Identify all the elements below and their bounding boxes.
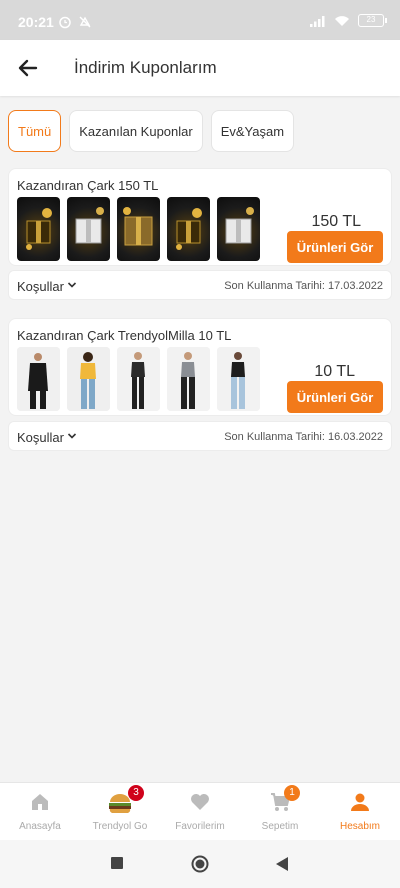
back-nav-icon[interactable] bbox=[275, 856, 289, 872]
coupon-title: Kazandıran Çark TrendyolMilla 10 TL bbox=[17, 328, 232, 343]
coupon-card: Kazandıran Çark TrendyolMilla 10 TL 10 T… bbox=[8, 318, 392, 416]
tab-earned-coupons[interactable]: Kazanılan Kuponlar bbox=[69, 110, 203, 152]
home-button-icon[interactable] bbox=[191, 855, 209, 873]
battery-level: 23 bbox=[366, 15, 376, 24]
nav-label: Sepetim bbox=[261, 821, 299, 832]
product-image[interactable] bbox=[67, 197, 110, 261]
person-icon bbox=[351, 793, 369, 811]
nav-label: Anasayfa bbox=[19, 821, 61, 832]
chevron-down-icon bbox=[67, 282, 77, 288]
nav-home[interactable]: Anasayfa bbox=[0, 783, 80, 840]
coupon-amount: 10 TL bbox=[314, 363, 355, 380]
status-notification-icons bbox=[58, 15, 92, 29]
coupon-conditions[interactable]: Koşullar Son Kullanma Tarihi: 16.03.2022 bbox=[8, 421, 392, 451]
home-icon bbox=[32, 794, 48, 810]
product-image[interactable] bbox=[67, 347, 110, 411]
cart-count-badge: 3 bbox=[128, 785, 144, 801]
product-image[interactable] bbox=[17, 197, 60, 261]
coupon-conditions[interactable]: Koşullar Son Kullanma Tarihi: 17.03.2022 bbox=[8, 270, 392, 300]
view-products-button[interactable]: Ürünleri Gör bbox=[287, 381, 383, 413]
status-bar: 20:21 23 bbox=[0, 0, 400, 40]
tab-all[interactable]: Tümü bbox=[8, 110, 62, 152]
recent-apps-icon[interactable] bbox=[111, 857, 123, 869]
tab-home-living[interactable]: Ev&Yaşam bbox=[210, 110, 295, 152]
product-image[interactable] bbox=[117, 347, 160, 411]
wifi-icon bbox=[335, 15, 349, 26]
back-arrow-icon bbox=[18, 59, 38, 77]
expiry-date: Son Kullanma Tarihi: 16.03.2022 bbox=[224, 431, 383, 443]
product-image[interactable] bbox=[217, 197, 260, 261]
conditions-label: Koşullar bbox=[17, 430, 64, 445]
back-button[interactable] bbox=[14, 54, 42, 82]
status-right-icons: 23 bbox=[310, 14, 387, 27]
app-header: İndirim Kuponlarım bbox=[0, 40, 400, 96]
nav-favorites[interactable]: Favorilerim bbox=[160, 783, 240, 840]
battery-icon: 23 bbox=[358, 14, 387, 27]
notification-muted-icon bbox=[79, 16, 91, 28]
status-time: 20:21 bbox=[18, 14, 54, 30]
nav-cart[interactable]: 1 Sepetim bbox=[240, 783, 320, 840]
expiry-date: Son Kullanma Tarihi: 17.03.2022 bbox=[224, 280, 383, 292]
product-image[interactable] bbox=[167, 347, 210, 411]
nav-account[interactable]: Hesabım bbox=[320, 783, 400, 840]
nav-trendyol-go[interactable]: 3 Trendyol Go bbox=[80, 783, 160, 840]
heart-icon bbox=[191, 794, 209, 810]
coupon-product-images bbox=[17, 197, 260, 261]
chevron-down-icon bbox=[67, 433, 77, 439]
nav-label: Trendyol Go bbox=[92, 821, 148, 832]
coupon-card: Kazandıran Çark 150 TL 150 TL Ürünleri G… bbox=[8, 168, 392, 266]
alarm-icon bbox=[59, 16, 71, 29]
product-image[interactable] bbox=[217, 347, 260, 411]
conditions-label: Koşullar bbox=[17, 279, 64, 294]
system-navigation-bar bbox=[0, 840, 400, 888]
coupon-amount: 150 TL bbox=[311, 213, 361, 230]
product-image[interactable] bbox=[167, 197, 210, 261]
nav-label: Hesabım bbox=[339, 821, 380, 832]
product-image[interactable] bbox=[17, 347, 60, 411]
bottom-navigation: Anasayfa 3 Trendyol Go Favorilerim 1 Sep… bbox=[0, 782, 400, 840]
nav-label: Favorilerim bbox=[175, 821, 225, 832]
signal-icon bbox=[310, 15, 325, 27]
view-products-button[interactable]: Ürünleri Gör bbox=[287, 231, 383, 263]
coupon-title: Kazandıran Çark 150 TL bbox=[17, 178, 159, 193]
filter-tabs: Tümü Kazanılan Kuponlar Ev&Yaşam bbox=[8, 110, 295, 152]
coupon-product-images bbox=[17, 347, 260, 411]
page-title: İndirim Kuponlarım bbox=[74, 58, 217, 77]
product-image[interactable] bbox=[117, 197, 160, 261]
cart-count-badge: 1 bbox=[284, 785, 300, 801]
